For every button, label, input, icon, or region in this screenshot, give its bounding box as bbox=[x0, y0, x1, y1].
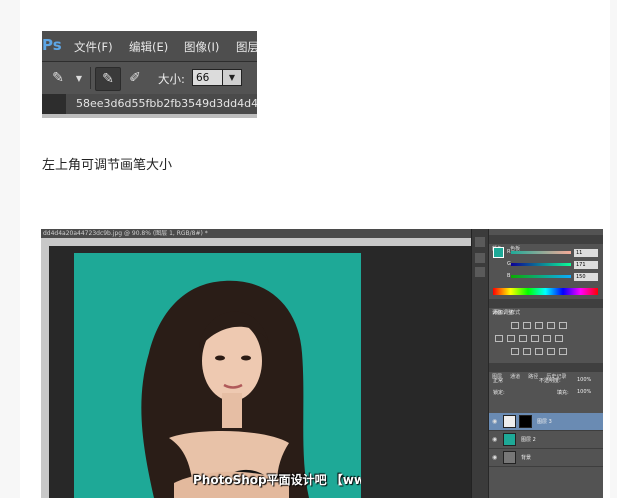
hue-icon[interactable] bbox=[495, 335, 503, 342]
layer-row[interactable]: ◉ 背景 bbox=[489, 449, 603, 467]
tool-icon[interactable] bbox=[475, 253, 485, 263]
ps-logo: Ps bbox=[42, 36, 62, 54]
photo-filter-icon[interactable] bbox=[531, 335, 539, 342]
color-panel-tabs: 颜色 色板 bbox=[489, 235, 603, 252]
channel-b-label: B bbox=[507, 273, 511, 279]
menu-edit[interactable]: 编辑(E) bbox=[129, 39, 168, 55]
green-slider[interactable] bbox=[511, 263, 571, 266]
tool-strip bbox=[471, 229, 488, 498]
tool-icon[interactable] bbox=[475, 237, 485, 247]
separator bbox=[90, 67, 91, 89]
document-canvas[interactable]: PhotoShop平面设计吧 【www.linecg.com/tieba/178… bbox=[74, 253, 361, 498]
eye-icon[interactable]: ◉ bbox=[492, 454, 497, 461]
brush-preset-icon[interactable]: ✎ bbox=[48, 68, 68, 88]
green-value[interactable]: 171 bbox=[574, 261, 598, 269]
lookup-icon[interactable] bbox=[555, 335, 563, 342]
eye-icon[interactable]: ◉ bbox=[492, 418, 497, 425]
layer-name[interactable]: 图层 2 bbox=[521, 436, 536, 443]
layer-mask-thumbnail[interactable] bbox=[519, 415, 532, 428]
right-panels: 颜色 色板 R 11 G 171 B 150 调整 样式 添加调整 bbox=[489, 229, 603, 498]
document-tab[interactable]: 58ee3d6d55fbb2fb3549d3dd4d4 bbox=[66, 94, 257, 114]
menu-bar: Ps 文件(F) 编辑(E) 图像(I) 图层 bbox=[42, 31, 257, 61]
caption-text: 左上角可调节画笔大小 bbox=[42, 158, 173, 173]
layers-tabs: 图层 通道 路径 历史记录 bbox=[489, 363, 603, 380]
blend-mode-select[interactable]: 正常 bbox=[493, 377, 503, 384]
selective-color-icon[interactable] bbox=[559, 348, 567, 355]
channel-r-label: R bbox=[507, 249, 511, 255]
color-spectrum[interactable] bbox=[493, 288, 598, 295]
adjust-heading: 添加调整 bbox=[493, 310, 514, 316]
photoshop-workspace-screenshot: dd4d4a20a44723dc9b.jpg @ 90.8% (图层 1, RG… bbox=[41, 229, 603, 498]
watermark-text: PhotoShop平面设计吧 【www.linecg.com/tieba/178… bbox=[193, 473, 361, 487]
ruler-left bbox=[41, 246, 49, 498]
opacity-label: 不透明度: bbox=[539, 378, 561, 384]
balance-icon[interactable] bbox=[507, 335, 515, 342]
layer-thumbnail bbox=[503, 433, 516, 446]
portrait-photo bbox=[141, 280, 309, 498]
brush-mode-icon[interactable]: ✎ bbox=[95, 67, 121, 91]
gradient-map-icon[interactable] bbox=[547, 348, 555, 355]
foreground-swatch[interactable] bbox=[493, 247, 504, 258]
airbrush-icon[interactable]: ✐ bbox=[125, 68, 145, 88]
bw-icon[interactable] bbox=[519, 335, 527, 342]
layer-name[interactable]: 图层 3 bbox=[537, 418, 552, 425]
channel-mixer-icon[interactable] bbox=[543, 335, 551, 342]
tab-paths[interactable]: 路径 bbox=[525, 374, 538, 380]
ruler bbox=[42, 114, 257, 118]
photoshop-toolbar-screenshot: Ps 文件(F) 编辑(E) 图像(I) 图层 ✎ ▼ ✎ ✐ 大小: 66 ▼… bbox=[42, 31, 257, 118]
chevron-down-icon[interactable]: ▼ bbox=[69, 69, 89, 89]
blue-value[interactable]: 150 bbox=[574, 273, 598, 281]
menu-image[interactable]: 图像(I) bbox=[184, 39, 219, 55]
ruler-top bbox=[41, 238, 471, 246]
tab-channels[interactable]: 通道 bbox=[507, 374, 520, 380]
levels-icon[interactable] bbox=[523, 322, 531, 329]
layer-thumbnail bbox=[503, 451, 516, 464]
layer-name[interactable]: 背景 bbox=[521, 454, 531, 461]
fill-label: 填充: bbox=[557, 390, 569, 396]
lock-label: 锁定: bbox=[493, 390, 505, 396]
red-value[interactable]: 11 bbox=[574, 249, 598, 257]
size-dropdown-icon[interactable]: ▼ bbox=[222, 69, 242, 86]
options-bar: ✎ ▼ ✎ ✐ 大小: 66 ▼ bbox=[42, 61, 257, 95]
menu-file[interactable]: 文件(F) bbox=[74, 39, 113, 55]
menu-layer[interactable]: 图层 bbox=[236, 39, 257, 55]
brightness-icon[interactable] bbox=[511, 322, 519, 329]
eye-icon[interactable]: ◉ bbox=[492, 436, 497, 443]
document-title[interactable]: dd4d4a20a44723dc9b.jpg @ 90.8% (图层 1, RG… bbox=[41, 229, 473, 238]
layer-thumbnail bbox=[503, 415, 516, 428]
red-slider[interactable] bbox=[511, 251, 571, 254]
invert-icon[interactable] bbox=[511, 348, 519, 355]
fill-value[interactable]: 100% bbox=[577, 389, 591, 395]
opacity-value[interactable]: 100% bbox=[577, 377, 591, 383]
vibrance-icon[interactable] bbox=[559, 322, 567, 329]
layer-row[interactable]: ◉ 图层 2 bbox=[489, 431, 603, 449]
layer-row[interactable]: ◉ 图层 3 bbox=[489, 413, 603, 431]
curves-icon[interactable] bbox=[535, 322, 543, 329]
tool-icon[interactable] bbox=[475, 267, 485, 277]
posterize-icon[interactable] bbox=[523, 348, 531, 355]
adjustments-tabs: 调整 样式 bbox=[489, 299, 603, 316]
size-label: 大小: bbox=[158, 72, 185, 86]
threshold-icon[interactable] bbox=[535, 348, 543, 355]
exposure-icon[interactable] bbox=[547, 322, 555, 329]
blue-slider[interactable] bbox=[511, 275, 571, 278]
